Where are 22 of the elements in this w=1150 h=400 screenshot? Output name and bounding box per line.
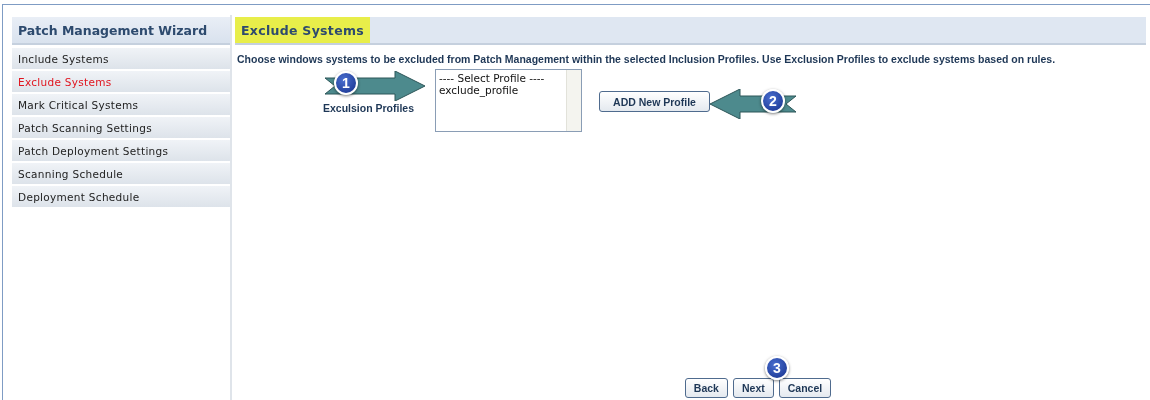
page-title: Exclude Systems [235, 17, 370, 43]
wizard-title: Patch Management Wizard [12, 17, 230, 45]
wizard-step[interactable]: Exclude Systems [12, 71, 230, 92]
page-description: Choose windows systems to be excluded from Patch Management within the selected Inclusion Profiles. Use Exclusion Profiles to exclude systems based on rules. [236, 52, 1057, 65]
wizard-step[interactable]: Patch Scanning Settings [12, 117, 230, 138]
step-badge: 3 [765, 356, 789, 380]
scrollbar[interactable] [566, 70, 581, 131]
step-badge: 1 [334, 71, 358, 95]
add-profile-button[interactable]: ADD New Profile [599, 91, 710, 112]
nav-button[interactable]: Cancel [778, 378, 832, 398]
field-label: Exculsion Profiles [323, 102, 416, 114]
wizard-step[interactable]: Scanning Schedule [12, 163, 230, 184]
list-option[interactable]: ---- Select Profile ---- [439, 72, 563, 84]
step-badge: 2 [761, 89, 785, 113]
wizard-step[interactable]: Mark Critical Systems [12, 94, 230, 115]
wizard-step[interactable]: Deployment Schedule [12, 186, 230, 207]
nav-button[interactable]: Back [684, 378, 728, 398]
wizard-step[interactable]: Include Systems [12, 48, 230, 69]
nav-button[interactable]: Next [732, 378, 774, 398]
profile-list[interactable]: ---- Select Profile ---- exclude_profile [435, 69, 582, 132]
list-option[interactable]: exclude_profile [439, 84, 563, 96]
wizard-step[interactable]: Patch Deployment Settings [12, 140, 230, 161]
